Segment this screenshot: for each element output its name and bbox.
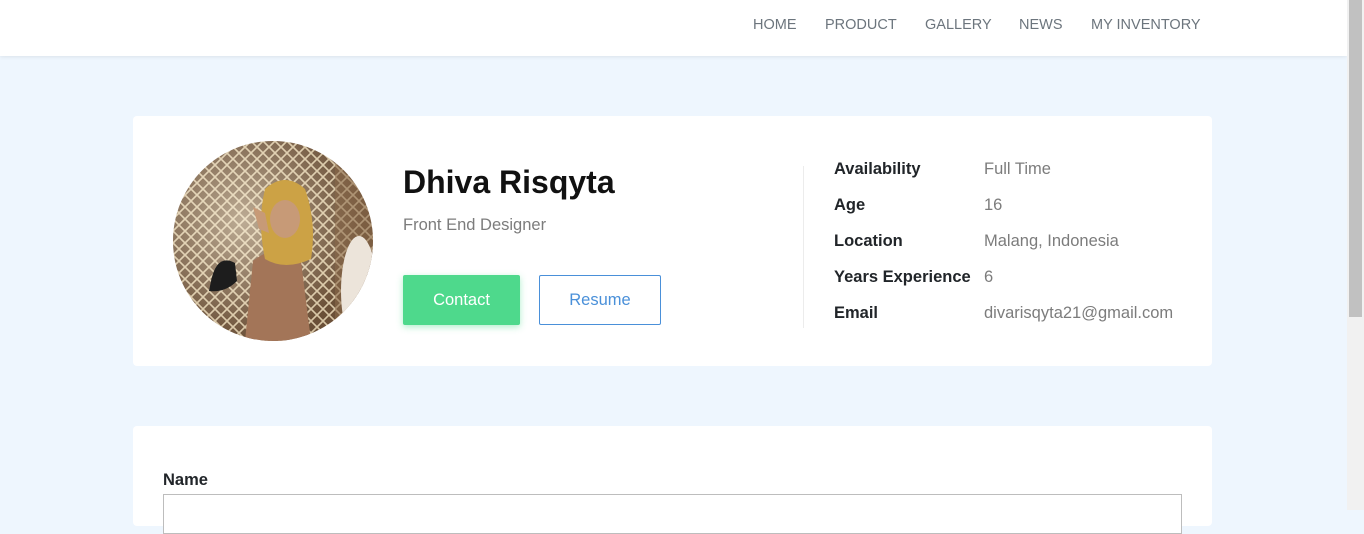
years-experience-label: Years Experience xyxy=(834,268,971,286)
navbar: HOME PRODUCT GALLERY NEWS MY INVENTORY xyxy=(0,0,1347,56)
resume-button[interactable]: Resume xyxy=(539,275,661,325)
availability-value: Full Time xyxy=(984,160,1051,178)
name-field-label: Name xyxy=(163,471,208,489)
nav-home[interactable]: HOME xyxy=(753,17,797,33)
availability-label: Availability xyxy=(834,160,921,178)
name-input[interactable] xyxy=(163,494,1182,534)
profile-title: Front End Designer xyxy=(403,216,547,234)
location-value: Malang, Indonesia xyxy=(984,232,1119,250)
info-divider xyxy=(803,166,804,328)
profile-card: Dhiva Risqyta Front End Designer Contact… xyxy=(133,116,1212,366)
nav-news[interactable]: NEWS xyxy=(1019,17,1063,33)
scrollbar-thumb[interactable] xyxy=(1349,0,1362,317)
nav-my-inventory[interactable]: MY INVENTORY xyxy=(1091,17,1201,33)
nav-product[interactable]: PRODUCT xyxy=(825,17,897,33)
profile-avatar xyxy=(173,141,373,341)
contact-form-card: Name xyxy=(133,426,1212,534)
location-label: Location xyxy=(834,232,903,250)
email-label: Email xyxy=(834,304,879,322)
years-experience-value: 6 xyxy=(984,268,994,286)
contact-button[interactable]: Contact xyxy=(403,275,520,325)
page-scrollbar[interactable] xyxy=(1347,0,1364,510)
age-label: Age xyxy=(834,196,866,214)
email-value: divarisqyta21@gmail.com xyxy=(984,304,1174,322)
profile-name: Dhiva Risqyta xyxy=(403,164,615,200)
age-value: 16 xyxy=(984,196,1003,214)
nav-gallery[interactable]: GALLERY xyxy=(925,17,992,33)
